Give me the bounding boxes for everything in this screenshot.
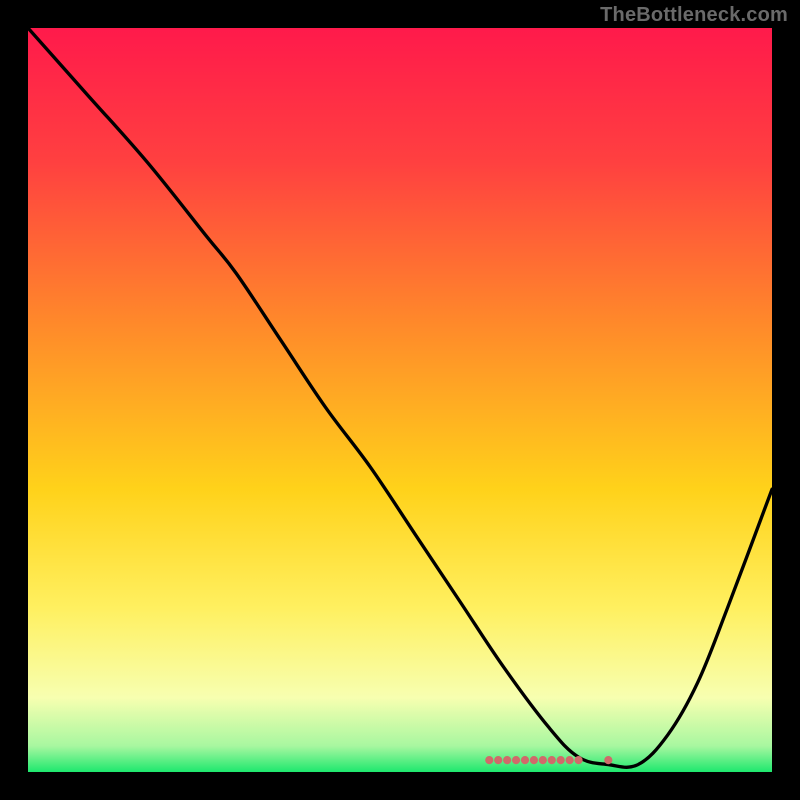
marker-dot (548, 756, 556, 764)
marker-dot (503, 756, 511, 764)
marker-dot (557, 756, 565, 764)
bottleneck-chart (28, 28, 772, 772)
marker-dot (539, 756, 547, 764)
marker-dot (485, 756, 493, 764)
chart-stage: TheBottleneck.com (0, 0, 800, 800)
marker-dot (512, 756, 520, 764)
marker-dot (530, 756, 538, 764)
marker-dot (521, 756, 529, 764)
marker-dot (574, 756, 582, 764)
watermark-text: TheBottleneck.com (600, 4, 788, 27)
chart-background (28, 28, 772, 772)
marker-dot (494, 756, 502, 764)
marker-dot (566, 756, 574, 764)
marker-dot (604, 756, 612, 764)
